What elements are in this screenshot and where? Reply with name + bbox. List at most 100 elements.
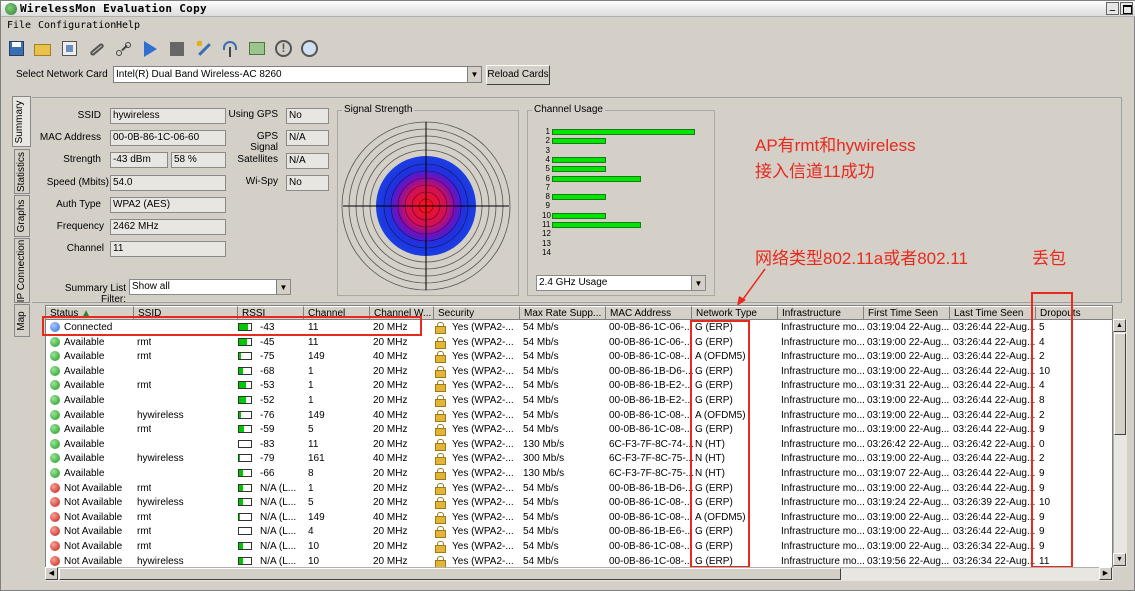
play-icon[interactable] bbox=[138, 37, 160, 59]
table-row[interactable]: Not Available rmt N/A (L... 4 20 MHz Yes (WPA… bbox=[46, 525, 1112, 540]
signal-tower-icon[interactable] bbox=[218, 37, 240, 59]
minimize-button[interactable]: _ bbox=[1106, 2, 1119, 15]
channel-width-cell: 20 MHz bbox=[373, 482, 408, 494]
tab-ip-connection[interactable]: IP Connection bbox=[14, 238, 30, 303]
last-seen-cell: 03:26:44 22-Aug... bbox=[953, 526, 1036, 538]
first-seen-cell: 03:19:00 22-Aug... bbox=[867, 409, 950, 421]
table-row[interactable]: Available rmt -45 11 20 MHz Yes (WPA2-... 54 M… bbox=[46, 336, 1112, 351]
infrastructure-cell: Infrastructure mo... bbox=[781, 322, 865, 333]
rssi-cell: N/A (L... bbox=[260, 497, 297, 509]
last-seen-cell: 03:26:44 22-Aug... bbox=[953, 336, 1036, 348]
lock-icon bbox=[435, 468, 446, 480]
annotation-arrow bbox=[737, 268, 766, 306]
rssi-cell: -79 bbox=[260, 453, 275, 465]
scroll-up-icon[interactable]: ▲ bbox=[1113, 319, 1126, 332]
network-card-select[interactable]: Intel(R) Dual Band Wireless-AC 8260 ▼ bbox=[113, 66, 482, 83]
lock-icon bbox=[435, 482, 446, 495]
vertical-scroll-thumb[interactable] bbox=[1114, 333, 1126, 435]
chevron-down-icon[interactable]: ▼ bbox=[691, 276, 705, 290]
max-rate-cell: 54 Mb/s bbox=[523, 322, 559, 333]
link-icon[interactable] bbox=[85, 37, 107, 59]
table-row[interactable]: Available hywireless -76 149 40 MHz Yes (WPA2… bbox=[46, 409, 1112, 424]
info-icon[interactable]: ! bbox=[272, 37, 294, 59]
tab-statistics[interactable]: Statistics bbox=[14, 149, 30, 194]
channel-cell: 1 bbox=[308, 365, 314, 377]
menu-configuration[interactable]: Configuration bbox=[38, 18, 116, 33]
wand-icon[interactable] bbox=[192, 37, 214, 59]
summary-filter-select[interactable]: Show all ▼ bbox=[129, 279, 291, 295]
status-dot-icon bbox=[50, 351, 60, 362]
scroll-down-icon[interactable]: ▼ bbox=[1113, 553, 1126, 566]
band-select[interactable]: 2.4 GHz Usage ▼ bbox=[536, 275, 706, 291]
security-cell: Yes (WPA2-... bbox=[452, 351, 514, 363]
auth-label: Auth Type bbox=[56, 199, 101, 210]
scroll-right-icon[interactable]: ▶ bbox=[1099, 567, 1112, 580]
status-dot-icon bbox=[50, 438, 60, 449]
signal-level-icon bbox=[238, 396, 252, 404]
status-dot-icon bbox=[50, 482, 60, 493]
annotation-dropouts: 丢包 bbox=[1032, 249, 1066, 268]
col-first-seen[interactable]: First Time Seen bbox=[864, 306, 950, 320]
first-seen-cell: 03:19:00 22-Aug... bbox=[867, 541, 950, 552]
max-rate-cell: 130 Mb/s bbox=[523, 468, 565, 479]
max-rate-cell: 54 Mb/s bbox=[523, 511, 559, 523]
save-icon[interactable] bbox=[5, 37, 27, 59]
table-row[interactable]: Not Available hywireless N/A (L... 5 20 MHz Y… bbox=[46, 496, 1112, 511]
scroll-left-icon[interactable]: ◀ bbox=[45, 567, 58, 580]
status-dot-icon bbox=[50, 468, 60, 478]
table-row[interactable]: Available -66 8 20 MHz Yes (WPA2-... 130 Mb/s… bbox=[46, 467, 1112, 482]
table-row[interactable]: Available hywireless -79 161 40 MHz Yes (WPA2… bbox=[46, 452, 1112, 467]
security-cell: Yes (WPA2-... bbox=[452, 497, 514, 509]
first-seen-cell: 03:19:00 22-Aug... bbox=[867, 453, 950, 465]
table-row[interactable]: Available rmt -59 5 20 MHz Yes (WPA2-... 54 Mb… bbox=[46, 423, 1112, 438]
table-row[interactable]: Available rmt -75 149 40 MHz Yes (WPA2-... 54 … bbox=[46, 350, 1112, 365]
col-last-seen[interactable]: Last Time Seen bbox=[950, 306, 1036, 320]
table-row[interactable]: Available -68 1 20 MHz Yes (WPA2-... 54 Mb/s 0… bbox=[46, 365, 1112, 380]
last-seen-cell: 03:26:44 22-Aug... bbox=[953, 351, 1036, 363]
table-row[interactable]: Available rmt -53 1 20 MHz Yes (WPA2-... 54 Mb… bbox=[46, 379, 1112, 394]
col-network-type[interactable]: Network Type bbox=[692, 306, 778, 320]
col-security[interactable]: Security bbox=[434, 306, 520, 320]
stop-icon[interactable] bbox=[165, 37, 187, 59]
channel-number: 5 bbox=[545, 164, 550, 174]
maximize-button[interactable] bbox=[1120, 2, 1133, 15]
reload-cards-button[interactable]: Reload Cards bbox=[486, 65, 550, 85]
table-row[interactable]: Available -83 11 20 MHz Yes (WPA2-... 130 Mb/… bbox=[46, 438, 1112, 453]
open-folder-icon[interactable] bbox=[31, 37, 53, 59]
menu-file[interactable]: File bbox=[7, 18, 31, 33]
menu-help[interactable]: Help bbox=[116, 18, 140, 33]
rssi-cell: -75 bbox=[260, 351, 275, 363]
export-icon[interactable] bbox=[58, 37, 80, 59]
status-dot-icon bbox=[50, 380, 60, 391]
table-row[interactable]: Not Available rmt N/A (L... 10 20 MHz Yes (WP… bbox=[46, 540, 1112, 555]
tab-summary[interactable]: Summary bbox=[12, 96, 31, 147]
col-mac-address[interactable]: MAC Address bbox=[606, 306, 692, 320]
table-row[interactable]: Not Available rmt N/A (L... 149 40 MHz Yes (W… bbox=[46, 511, 1112, 526]
channel-number: 14 bbox=[542, 247, 551, 257]
col-infrastructure[interactable]: Infrastructure bbox=[778, 306, 864, 320]
infrastructure-cell: Infrastructure mo... bbox=[781, 541, 865, 552]
mac-cell: 00-0B-86-1B-E6-... bbox=[609, 526, 693, 538]
infrastructure-cell: Infrastructure mo... bbox=[781, 497, 865, 509]
tab-map[interactable]: Map bbox=[14, 304, 30, 337]
chevron-down-icon[interactable]: ▼ bbox=[276, 280, 290, 294]
infrastructure-cell: Infrastructure mo... bbox=[781, 511, 865, 523]
last-seen-cell: 03:26:34 22-Aug... bbox=[953, 555, 1036, 567]
signal-level-icon bbox=[238, 366, 252, 375]
channel-cell: 5 bbox=[308, 424, 314, 436]
signal-level-fill bbox=[239, 426, 245, 433]
max-rate-cell: 54 Mb/s bbox=[523, 351, 559, 363]
horizontal-scroll-thumb[interactable] bbox=[59, 568, 841, 580]
map-icon[interactable] bbox=[245, 37, 267, 59]
chevron-down-icon[interactable]: ▼ bbox=[467, 67, 481, 82]
security-cell: Yes (WPA2-... bbox=[452, 541, 514, 552]
table-row[interactable]: Available -52 1 20 MHz Yes (WPA2-... 54 Mb/s 0… bbox=[46, 394, 1112, 409]
channel-width-cell: 20 MHz bbox=[373, 526, 408, 538]
help-globe-icon[interactable] bbox=[298, 37, 320, 59]
network-nodes-icon[interactable] bbox=[112, 37, 134, 59]
tab-graphs[interactable]: Graphs bbox=[14, 195, 30, 237]
last-seen-cell: 03:26:44 22-Aug... bbox=[953, 424, 1036, 436]
max-rate-cell: 54 Mb/s bbox=[523, 541, 559, 552]
col-max-rate[interactable]: Max Rate Supp... bbox=[520, 306, 606, 320]
table-row[interactable]: Not Available rmt N/A (L... 1 20 MHz Yes (WPA… bbox=[46, 482, 1112, 497]
